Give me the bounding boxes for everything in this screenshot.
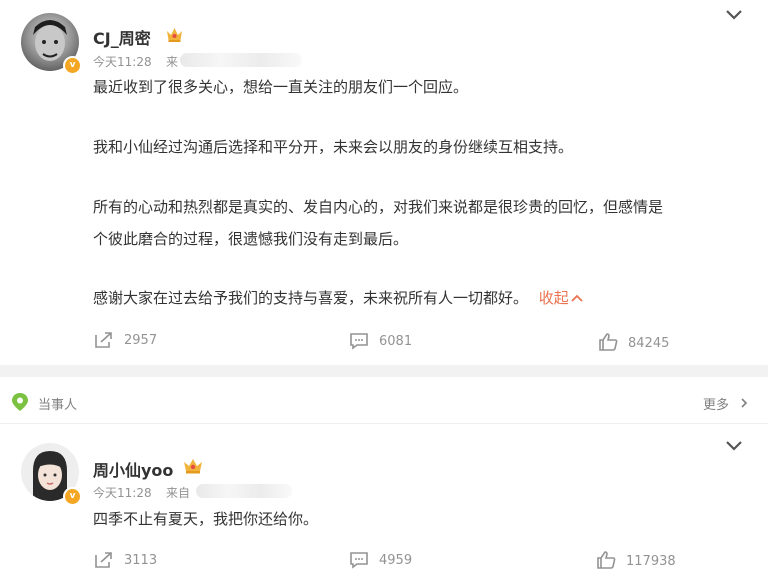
collapse-label: 收起 <box>538 289 569 307</box>
chevron-right-icon <box>741 398 748 408</box>
repost-button[interactable]: 3113 <box>94 551 157 569</box>
post-time[interactable]: 今天11:28 <box>93 484 152 501</box>
blurred-source <box>196 484 292 498</box>
more-label: 更多 <box>703 398 730 413</box>
verified-icon: v <box>63 487 82 506</box>
chevron-down-icon[interactable] <box>725 9 743 21</box>
comment-icon <box>350 552 368 569</box>
chevron-up-icon <box>571 294 583 302</box>
crown-icon <box>167 28 182 42</box>
like-count: 84245 <box>628 336 670 351</box>
like-icon <box>599 333 618 351</box>
post-text-line: 我和小仙经过沟通后选择和平分开，未来会以朋友的身份继续互相支持。 <box>93 138 574 156</box>
location-pin-icon <box>12 393 28 411</box>
like-count: 117938 <box>626 554 676 569</box>
repost-count: 3113 <box>124 552 158 568</box>
post-time[interactable]: 今天11:28 <box>93 53 152 70</box>
post-text-line: 感谢大家在过去给予我们的支持与喜爱，未来祝所有人一切都好。 收起 <box>93 287 583 308</box>
comment-button[interactable]: 6081 <box>349 332 412 350</box>
post-text-line: 个彼此磨合的过程，很遗憾我们没有走到最后。 <box>93 230 409 248</box>
post-text-line: 四季不止有夏天，我把你还给你。 <box>93 510 319 528</box>
more-link[interactable]: 更多 <box>703 394 749 413</box>
repost-count: 2957 <box>124 332 158 348</box>
comment-button[interactable]: 4959 <box>349 551 412 569</box>
chevron-down-icon[interactable] <box>725 440 743 452</box>
post-divider <box>0 365 768 377</box>
username[interactable]: 周小仙yoo <box>93 457 173 481</box>
comment-icon <box>350 333 368 350</box>
post-text-last: 感谢大家在过去给予我们的支持与喜爱，未来祝所有人一切都好。 <box>93 289 529 307</box>
verified-icon: v <box>63 56 82 75</box>
post-text-line: 最近收到了很多关心，想给一直关注的朋友们一个回应。 <box>93 78 469 96</box>
repost-icon <box>95 552 112 568</box>
crown-icon <box>184 459 202 474</box>
section-divider <box>0 423 768 424</box>
post-text-line: 所有的心动和热烈都是真实的、发自内心的，对我们来说都是很珍贵的回忆，但感情是 <box>93 198 664 216</box>
section-label: 当事人 <box>38 398 78 413</box>
comment-count: 4959 <box>379 552 413 568</box>
post-source: 来 <box>166 55 179 69</box>
comment-count: 6081 <box>379 333 413 349</box>
username[interactable]: CJ_周密 <box>93 25 151 49</box>
like-button[interactable]: 84245 <box>598 332 669 352</box>
repost-button[interactable]: 2957 <box>94 331 157 349</box>
like-button[interactable]: 117938 <box>596 550 676 570</box>
like-icon <box>597 551 616 569</box>
repost-icon <box>95 332 112 348</box>
post-source: 来自 <box>166 486 191 500</box>
blurred-source <box>180 53 302 67</box>
collapse-button[interactable]: 收起 <box>539 289 583 307</box>
